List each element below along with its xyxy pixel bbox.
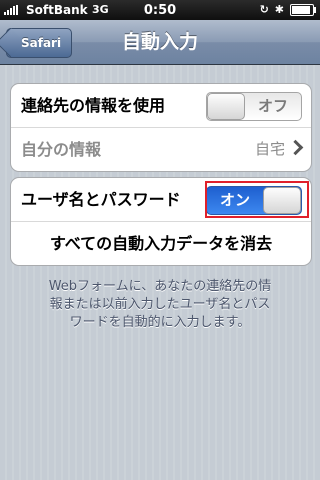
- use-contact-info-label: 連絡先の情報を使用: [21, 96, 166, 115]
- battery-icon: [290, 3, 316, 16]
- my-info-value: 自宅: [254, 140, 285, 158]
- switch-thumb: [207, 93, 245, 120]
- contact-info-group: 連絡先の情報を使用 オフ 自分の情報 自宅: [10, 83, 312, 172]
- names-passwords-row: ユーザ名とパスワード オン: [11, 178, 311, 222]
- highlight-box: [205, 181, 309, 218]
- clear-all-row[interactable]: すべての自動入力データを消去: [11, 222, 311, 265]
- use-contact-info-row: 連絡先の情報を使用 オフ: [11, 84, 311, 128]
- footer-line: 報または以前入力したユーザ名とパス: [49, 297, 271, 312]
- footer-description: Webフォームに、あなたの連絡先の情 報または以前入力したユーザ名とパス ワード…: [20, 278, 300, 332]
- status-bar: SoftBank 3G 0:50 ↻ ✱: [0, 0, 320, 20]
- names-passwords-label: ユーザ名とパスワード: [21, 190, 181, 209]
- back-button[interactable]: Safari: [6, 28, 73, 58]
- use-contact-info-switch[interactable]: オフ: [206, 92, 302, 121]
- bluetooth-icon: ✱: [274, 3, 284, 16]
- chevron-right-icon: [287, 139, 304, 156]
- clear-all-button[interactable]: すべての自動入力データを消去: [11, 222, 311, 265]
- my-info-label: 自分の情報: [21, 140, 102, 159]
- switch-state-label: オフ: [257, 97, 288, 115]
- navigation-bar: 自動入力 Safari: [0, 20, 320, 65]
- footer-line: Webフォームに、あなたの連絡先の情: [48, 279, 272, 294]
- rotation-lock-icon: ↻: [259, 3, 269, 16]
- passwords-group: ユーザ名とパスワード オン すべての自動入力データを消去: [10, 177, 312, 266]
- my-info-row[interactable]: 自分の情報 自宅: [11, 128, 311, 171]
- footer-line: ワードを自動的に入力します。: [69, 315, 251, 330]
